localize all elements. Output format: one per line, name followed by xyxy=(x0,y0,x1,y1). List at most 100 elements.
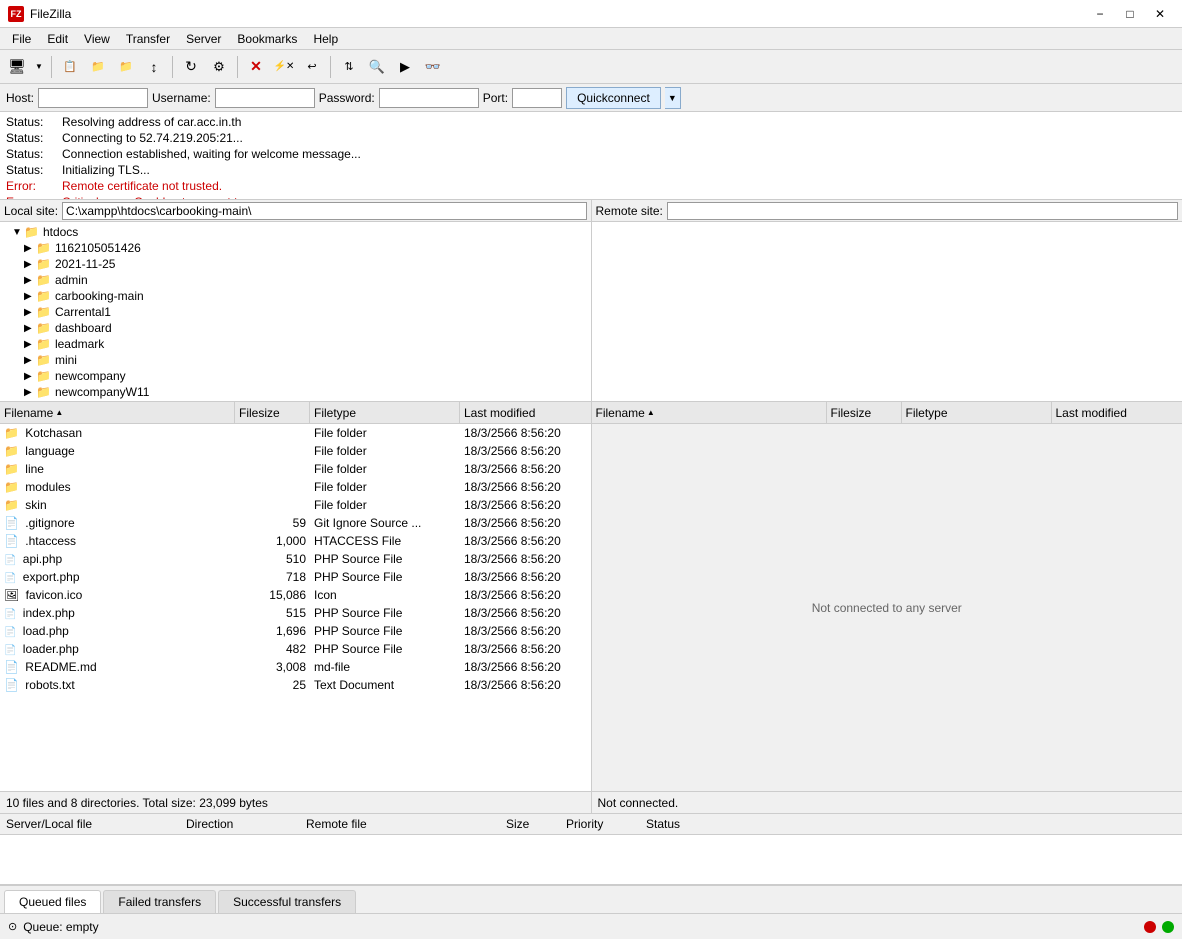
col-header-modified[interactable]: Last modified xyxy=(460,402,591,423)
table-row[interactable]: 📁 line File folder 18/3/2566 8:56:20 xyxy=(0,460,591,478)
table-row[interactable]: 📁 language File folder 18/3/2566 8:56:20 xyxy=(0,442,591,460)
table-row[interactable]: 📁 skin File folder 18/3/2566 8:56:20 xyxy=(0,496,591,514)
table-row[interactable]: 📄 api.php 510 PHP Source File 18/3/2566 … xyxy=(0,550,591,568)
file-modified: 18/3/2566 8:56:20 xyxy=(460,426,591,440)
file-modified: 18/3/2566 8:56:20 xyxy=(460,480,591,494)
table-row[interactable]: 📄 load.php 1,696 PHP Source File 18/3/25… xyxy=(0,622,591,640)
col-header-remote-filename[interactable]: Filename ▲ xyxy=(592,402,827,423)
tree-item-htdocs[interactable]: ▼ htdocs xyxy=(2,224,589,240)
speedlimits-button[interactable]: 👓 xyxy=(420,54,446,80)
expand-icon[interactable]: ▶ xyxy=(24,243,36,254)
menu-bookmarks[interactable]: Bookmarks xyxy=(229,30,305,48)
expand-icon[interactable]: ▶ xyxy=(24,355,36,366)
expand-icon[interactable]: ▶ xyxy=(24,275,36,286)
expand-icon[interactable]: ▶ xyxy=(24,323,36,334)
toggle-message-log-button[interactable]: 📋 xyxy=(57,54,83,80)
refresh-button[interactable]: ↻ xyxy=(178,54,204,80)
menu-server[interactable]: Server xyxy=(178,30,229,48)
col-header-remote-modified[interactable]: Last modified xyxy=(1052,402,1182,423)
menu-transfer[interactable]: Transfer xyxy=(118,30,178,48)
file-type: PHP Source File xyxy=(310,606,460,620)
menu-file[interactable]: File xyxy=(4,30,39,48)
toggle-queue-button[interactable]: ↕ xyxy=(141,54,167,80)
tree-item-carbooking-main[interactable]: ▶ carbooking-main xyxy=(2,288,589,304)
col-header-remote-filesize[interactable]: Filesize xyxy=(827,402,902,423)
process-queue-button[interactable]: ▶ xyxy=(392,54,418,80)
expand-icon[interactable]: ▼ xyxy=(12,227,24,238)
tab-successful-transfers[interactable]: Successful transfers xyxy=(218,890,356,913)
expand-icon[interactable]: ▶ xyxy=(24,371,36,382)
table-row[interactable]: 📄 .gitignore 59 Git Ignore Source ... 18… xyxy=(0,514,591,532)
password-input[interactable] xyxy=(379,88,479,108)
file-type-icon: 📁 xyxy=(4,426,19,440)
tab-failed-transfers[interactable]: Failed transfers xyxy=(103,890,216,913)
toggle-remote-tree-button[interactable]: 📁 xyxy=(113,54,139,80)
search-button[interactable]: 🔍 xyxy=(364,54,390,80)
circle-icon: ⊙ xyxy=(8,920,17,933)
col-header-remote-filetype[interactable]: Filetype xyxy=(902,402,1052,423)
table-row[interactable]: 📄 .htaccess 1,000 HTACCESS File 18/3/256… xyxy=(0,532,591,550)
log-line: Error: Remote certificate not trusted. xyxy=(6,178,1176,194)
tree-item-leadmark[interactable]: ▶ leadmark xyxy=(2,336,589,352)
reconnect-button[interactable]: ↩ xyxy=(299,54,325,80)
maximize-button[interactable]: □ xyxy=(1116,4,1144,24)
port-input[interactable] xyxy=(512,88,562,108)
local-tree[interactable]: ▼ htdocs ▶ 1162105051426 ▶ 2021-11-25 ▶ xyxy=(0,222,591,402)
menu-help[interactable]: Help xyxy=(305,30,346,48)
table-row[interactable]: 📁 modules File folder 18/3/2566 8:56:20 xyxy=(0,478,591,496)
open-site-manager-button[interactable]: 🖥 xyxy=(4,54,30,80)
local-file-list-body[interactable]: 📁 Kotchasan File folder 18/3/2566 8:56:2… xyxy=(0,424,591,791)
compare-dirs-button[interactable]: ⇅ xyxy=(336,54,362,80)
password-label: Password: xyxy=(319,91,375,105)
tree-item-newcompany[interactable]: ▶ newcompany xyxy=(2,368,589,384)
file-type: Git Ignore Source ... xyxy=(310,516,460,530)
tree-item-mini[interactable]: ▶ mini xyxy=(2,352,589,368)
remote-site-path[interactable] xyxy=(667,202,1178,220)
file-type-icon: 📄 xyxy=(4,570,16,584)
file-size: 15,086 xyxy=(235,588,310,602)
tab-queued-files[interactable]: Queued files xyxy=(4,890,101,914)
cancel-button[interactable]: ✕ xyxy=(243,54,269,80)
col-header-filesize[interactable]: Filesize xyxy=(235,402,310,423)
menu-edit[interactable]: Edit xyxy=(39,30,76,48)
table-row[interactable]: 📁 Kotchasan File folder 18/3/2566 8:56:2… xyxy=(0,424,591,442)
folder-icon xyxy=(36,321,51,335)
expand-icon[interactable]: ▶ xyxy=(24,387,36,398)
expand-icon[interactable]: ▶ xyxy=(24,307,36,318)
table-row[interactable]: 📄 loader.php 482 PHP Source File 18/3/25… xyxy=(0,640,591,658)
minimize-button[interactable]: − xyxy=(1086,4,1114,24)
col-header-filetype[interactable]: Filetype xyxy=(310,402,460,423)
tree-item-Carrental1[interactable]: ▶ Carrental1 xyxy=(2,304,589,320)
site-manager-dropdown[interactable]: ▼ xyxy=(32,54,46,80)
quickconnect-dropdown[interactable]: ▼ xyxy=(665,87,681,109)
disconnect-button[interactable]: ⚡✕ xyxy=(271,54,297,80)
tree-item-1162105051426[interactable]: ▶ 1162105051426 xyxy=(2,240,589,256)
toggle-local-tree-button[interactable]: 📁 xyxy=(85,54,111,80)
tree-item-admin[interactable]: ▶ admin xyxy=(2,272,589,288)
file-type-icon: 📁 xyxy=(4,498,19,512)
tree-item-2021-11-25[interactable]: ▶ 2021-11-25 xyxy=(2,256,589,272)
file-name: 📄 load.php xyxy=(0,624,235,638)
quickconnect-button[interactable]: Quickconnect xyxy=(566,87,661,109)
host-input[interactable] xyxy=(38,88,148,108)
local-site-path[interactable] xyxy=(62,202,586,220)
local-file-list-header: Filename ▲ Filesize Filetype Last modifi… xyxy=(0,402,591,424)
expand-icon[interactable]: ▶ xyxy=(24,339,36,350)
close-button[interactable]: ✕ xyxy=(1146,4,1174,24)
table-row[interactable]: 🖼 favicon.ico 15,086 Icon 18/3/2566 8:56… xyxy=(0,586,591,604)
expand-icon[interactable]: ▶ xyxy=(24,259,36,270)
menu-view[interactable]: View xyxy=(76,30,118,48)
expand-icon[interactable]: ▶ xyxy=(24,291,36,302)
tree-item-dashboard[interactable]: ▶ dashboard xyxy=(2,320,589,336)
table-row[interactable]: 📄 README.md 3,008 md-file 18/3/2566 8:56… xyxy=(0,658,591,676)
table-row[interactable]: 📄 robots.txt 25 Text Document 18/3/2566 … xyxy=(0,676,591,694)
file-type: PHP Source File xyxy=(310,642,460,656)
tree-item-newcompanyW11[interactable]: ▶ newcompanyW11 xyxy=(2,384,589,400)
queue-col-status: Status xyxy=(646,817,1176,831)
col-header-filename[interactable]: Filename ▲ xyxy=(0,402,235,423)
filter-button[interactable]: ⚙ xyxy=(206,54,232,80)
table-row[interactable]: 📄 export.php 718 PHP Source File 18/3/25… xyxy=(0,568,591,586)
username-input[interactable] xyxy=(215,88,315,108)
file-type: File folder xyxy=(310,462,460,476)
table-row[interactable]: 📄 index.php 515 PHP Source File 18/3/256… xyxy=(0,604,591,622)
